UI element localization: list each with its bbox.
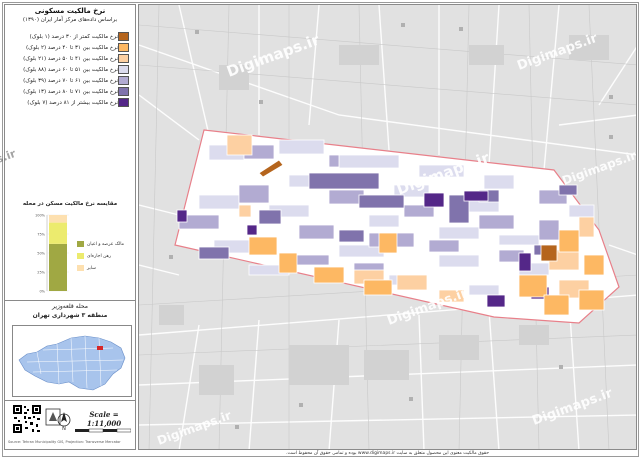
legend-swatch xyxy=(118,54,129,63)
legend-subtitle: براساس داده‌های مرکز آمار ایران (۱۳۹۰) xyxy=(22,17,118,23)
y-tick-label: 75% xyxy=(37,233,45,237)
legend-item-label: نرخ مالکیت کمتر از ۳۰ درصد (۱ بلوک) xyxy=(29,33,118,40)
map-canvas: Digimaps.ir Digimaps.ir Digimaps.ir Digi… xyxy=(139,5,636,449)
chart-title: مقایسه نرخ مالکیت مسکن در محله xyxy=(22,201,118,207)
neighborhood-name: محله قلعه‌وزیر xyxy=(52,303,88,310)
chart-legend-label: رهن اجاره‌ای xyxy=(87,253,112,259)
tehran-locator-map xyxy=(12,325,132,397)
legend-item: نرخ مالکیت بین ۶۱ تا ۷۰ درصد (۳۹ بلوک) xyxy=(11,75,133,86)
chart-legend-item: رهن اجاره‌ای xyxy=(77,250,133,262)
y-tick-label: 100% xyxy=(35,214,46,218)
legend-item: نرخ مالکیت بین ۴۱ تا ۵۰ درصد (۲۱ بلوک) xyxy=(11,53,133,64)
y-tick-label: 50% xyxy=(37,252,45,256)
chart-legend-label: سایر xyxy=(87,265,96,271)
ownership-bar-chart: 0% 25% 50% 75% 100% xyxy=(35,214,69,294)
legend-item: نرخ مالکیت بیشتر از ۸۱ درصد (۷ بلوک) xyxy=(11,97,133,108)
legend-swatch xyxy=(118,98,129,107)
legend-item-label: نرخ مالکیت بین ۷۱ تا ۸۰ درصد (۱۳ بلوک) xyxy=(23,88,118,95)
chart-legend-label: مالک عرصه و اعیان xyxy=(87,241,125,247)
bar-segment-1 xyxy=(49,243,67,291)
chart-legend-item: سایر xyxy=(77,262,133,274)
district-name: منطقه ۳ شهرداری تهران xyxy=(32,312,108,319)
divider xyxy=(5,400,135,401)
scale-bar xyxy=(75,428,131,433)
chart-legend-item: مالک عرصه و اعیان xyxy=(77,238,133,250)
legend-item: نرخ مالکیت بین ۳۱ تا ۴۰ درصد (۲ بلوک) xyxy=(11,42,133,53)
legend-item-label: نرخ مالکیت بین ۴۱ تا ۵۰ درصد (۲۱ بلوک) xyxy=(23,55,118,62)
divider xyxy=(5,300,135,301)
legend-item: نرخ مالکیت بین ۷۱ تا ۸۰ درصد (۱۳ بلوک) xyxy=(11,86,133,97)
bar-segment-2 xyxy=(49,222,67,244)
legend-item-label: نرخ مالکیت بیشتر از ۸۱ درصد (۷ بلوک) xyxy=(27,99,118,106)
y-tick-label: 0% xyxy=(39,290,45,294)
scale-text: Scale = 1:11,000 xyxy=(86,410,122,428)
north-arrow-icon: N xyxy=(57,412,71,431)
y-tick-label: 25% xyxy=(37,271,45,275)
legend-swatch xyxy=(118,32,129,41)
legend-item-label: نرخ مالکیت بین ۶۱ تا ۷۰ درصد (۳۹ بلوک) xyxy=(23,77,118,84)
legend-item-label: نرخ مالکیت بین ۳۱ تا ۴۰ درصد (۲ بلوک) xyxy=(26,44,118,51)
qr-code-icon xyxy=(12,404,42,434)
chart-legend-swatch xyxy=(77,253,84,259)
legend-item: نرخ مالکیت بین ۵۱ تا ۶۰ درصد (۸۸ بلوک) xyxy=(11,64,133,75)
legend-swatch xyxy=(118,87,129,96)
bar-segment-3 xyxy=(49,215,67,223)
legend-title: نرخ مالکیت مسکونی xyxy=(34,7,106,15)
chart-legend: مالک عرصه و اعیان رهن اجاره‌ای سایر xyxy=(77,238,133,274)
svg-text:N: N xyxy=(62,426,66,431)
chart-legend-swatch xyxy=(77,265,84,271)
legend-swatch xyxy=(118,65,129,74)
legend-list: نرخ مالکیت کمتر از ۳۰ درصد (۱ بلوک) نرخ … xyxy=(11,31,133,108)
legend-panel: نرخ مالکیت مسکونی براساس داده‌های مرکز آ… xyxy=(4,4,136,450)
legend-item: نرخ مالکیت کمتر از ۳۰ درصد (۱ بلوک) xyxy=(11,31,133,42)
legend-swatch xyxy=(118,76,129,85)
source-credit: Source: Tehran Municipality GIS, Project… xyxy=(8,440,121,444)
legend-item-label: نرخ مالکیت بین ۵۱ تا ۶۰ درصد (۸۸ بلوک) xyxy=(23,66,118,73)
main-map[interactable]: Digimaps.ir Digimaps.ir Digimaps.ir Digi… xyxy=(138,4,637,450)
chart-legend-swatch xyxy=(77,241,84,247)
district-highlight xyxy=(97,346,103,350)
legend-swatch xyxy=(118,43,129,52)
copyright-footer: حقوق مالکیت معنوی این محصول متعلق به سای… xyxy=(286,451,489,456)
